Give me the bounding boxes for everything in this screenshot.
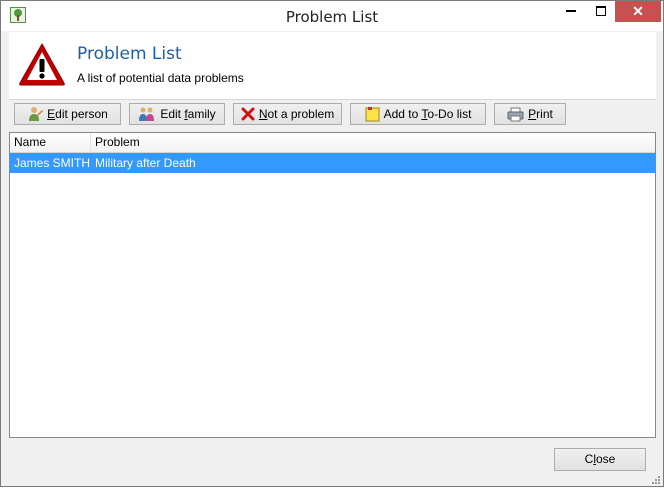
column-header-problem[interactable]: Problem [91, 133, 655, 152]
close-button-label: Close [584, 452, 616, 466]
note-icon [365, 106, 380, 121]
column-header-name[interactable]: Name [10, 133, 91, 152]
header-subtitle: A list of potential data problems [77, 71, 244, 85]
cell-name: James SMITH [14, 156, 91, 170]
minimize-icon [566, 10, 576, 12]
printer-icon [507, 107, 524, 121]
window-close-button[interactable]: ✕ [615, 1, 661, 22]
print-label: Print [528, 107, 553, 121]
maximize-button[interactable] [588, 1, 614, 22]
edit-person-button[interactable]: Edit person [14, 103, 121, 125]
title-bar[interactable]: Problem List ✕ [1, 1, 663, 31]
edit-family-button[interactable]: Edit family [129, 103, 225, 125]
add-to-todo-button[interactable]: Add to To-Do list [350, 103, 486, 125]
edit-family-label: Edit family [160, 107, 216, 121]
print-button[interactable]: Print [494, 103, 566, 125]
grid-header: Name Problem [10, 133, 655, 153]
not-a-problem-label: Not a problem [258, 107, 335, 121]
header-title: Problem List [77, 44, 182, 64]
person-icon [29, 107, 44, 121]
resize-grip-icon[interactable] [651, 474, 661, 484]
minimize-button[interactable] [554, 1, 588, 22]
close-icon: ✕ [632, 3, 644, 19]
maximize-icon [596, 6, 606, 16]
family-icon [139, 107, 155, 121]
add-to-todo-label: Add to To-Do list [383, 107, 472, 121]
close-button[interactable]: Close [554, 448, 646, 471]
table-row[interactable]: James SMITH Military after Death [10, 153, 655, 173]
edit-person-label: Edit person [47, 107, 108, 121]
warning-icon [17, 41, 67, 90]
problem-list-grid[interactable]: Name Problem James SMITH Military after … [9, 132, 656, 438]
cell-problem: Military after Death [95, 156, 196, 170]
problem-list-window: Problem List ✕ Problem List A list of po… [0, 0, 664, 487]
not-a-problem-button[interactable]: Not a problem [233, 103, 342, 125]
toolbar: Edit person Edit family Not a problem Ad… [1, 103, 663, 129]
red-x-icon [241, 107, 255, 121]
header-panel: Problem List A list of potential data pr… [9, 32, 656, 100]
